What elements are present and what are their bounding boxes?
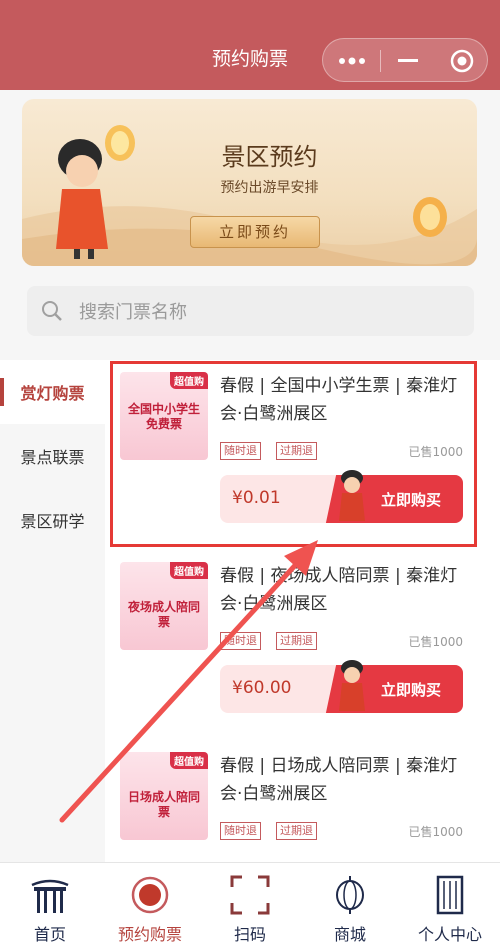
category-sidebar: 赏灯购票 景点联票 景区研学: [0, 360, 105, 862]
thumbnail-caption: 日场成人陪同票: [127, 790, 200, 819]
ticket-thumbnail: 超值购 全国中小学生免费票: [120, 372, 208, 460]
thumbnail-caption: 夜场成人陪同票: [127, 600, 200, 629]
minus-icon: [398, 59, 418, 62]
search-placeholder: 搜索门票名称: [79, 302, 187, 323]
purchase-bar: ¥0.01 立即购买: [220, 470, 463, 523]
expired-refund-tag: 过期退: [276, 822, 317, 840]
value-badge: 超值购: [170, 562, 208, 579]
sidebar-item-study-tours[interactable]: 景区研学: [0, 488, 105, 552]
tab-home[interactable]: 首页: [0, 863, 100, 942]
gate-icon: [31, 879, 69, 913]
ticket-price: ¥0.01: [232, 488, 281, 508]
ticket-card[interactable]: 超值购 日场成人陪同票 春假 | 日场成人陪同票 | 秦淮灯会·白鹭洲展区 随时…: [105, 740, 500, 862]
sold-count: 已售1000: [408, 445, 463, 459]
sold-count: 已售1000: [408, 825, 463, 839]
tab-label: 首页: [33, 925, 66, 942]
target-icon: [450, 49, 474, 73]
tab-mall[interactable]: 商城: [300, 863, 400, 942]
mascot-icon: [339, 470, 365, 521]
tab-label: 商城: [333, 925, 366, 942]
tab-booking[interactable]: 预约购票: [100, 863, 200, 942]
ticket-search-input[interactable]: 搜索门票名称: [27, 286, 474, 336]
header-bar: 预约购票: [0, 0, 500, 90]
banner-subtitle: 预约出游早安排: [220, 180, 319, 196]
more-dots-icon: [338, 57, 365, 65]
thumbnail-caption: 全国中小学生免费票: [127, 402, 200, 431]
value-badge: 超值购: [170, 372, 208, 389]
tab-label: 扫码: [233, 925, 266, 942]
tab-profile[interactable]: 个人中心: [400, 863, 500, 942]
ticket-thumbnail: 超值购 夜场成人陪同票: [120, 562, 208, 650]
ticket-title: 春假 | 夜场成人陪同票 | 秦淮灯会·白鹭洲展区: [220, 566, 458, 614]
purchase-bar: ¥60.00 立即购买: [220, 660, 463, 713]
search-icon: [42, 301, 62, 321]
ticket-price: ¥60.00: [232, 678, 292, 698]
buy-now-label: 立即购买: [380, 680, 441, 699]
scenic-reservation-banner[interactable]: 景区预约 预约出游早安排 立即预约: [22, 99, 477, 266]
lantern-icon: [336, 876, 364, 914]
ticket-list: 超值购 全国中小学生免费票 春假 | 全国中小学生票 | 秦淮灯会·白鹭洲展区 …: [105, 360, 500, 862]
refund-anytime-tag: 随时退: [220, 632, 261, 650]
tab-scan[interactable]: 扫码: [200, 863, 300, 942]
minimize-button[interactable]: [381, 39, 435, 83]
ticket-card[interactable]: 超值购 全国中小学生免费票 春假 | 全国中小学生票 | 秦淮灯会·白鹭洲展区 …: [105, 360, 500, 540]
ticket-title: 春假 | 全国中小学生票 | 秦淮灯会·白鹭洲展区: [220, 376, 458, 424]
value-badge: 超值购: [170, 752, 208, 769]
tab-label: 预约购票: [117, 925, 182, 942]
buy-now-label: 立即购买: [380, 490, 441, 509]
more-menu-button[interactable]: [323, 39, 380, 83]
bottom-tab-bar: 首页 预约购票 扫码 商城 个人中心: [0, 862, 500, 942]
expired-refund-tag: 过期退: [276, 632, 317, 650]
refund-anytime-tag: 随时退: [220, 822, 261, 840]
tab-label: 个人中心: [417, 925, 482, 942]
banner-title: 景区预约: [221, 143, 318, 171]
door-icon: [436, 875, 464, 915]
sidebar-item-combo-tickets[interactable]: 景点联票: [0, 424, 105, 488]
ticket-card[interactable]: 超值购 夜场成人陪同票 春假 | 夜场成人陪同票 | 秦淮灯会·白鹭洲展区 随时…: [105, 550, 500, 730]
scan-icon: [230, 875, 270, 915]
refund-anytime-tag: 随时退: [220, 442, 261, 460]
ticket-thumbnail: 超值购 日场成人陪同票: [120, 752, 208, 840]
ticket-icon: [131, 876, 169, 914]
expired-refund-tag: 过期退: [276, 442, 317, 460]
ticket-title: 春假 | 日场成人陪同票 | 秦淮灯会·白鹭洲展区: [220, 756, 458, 804]
reserve-now-button[interactable]: 立即预约: [190, 216, 320, 248]
close-miniprogram-button[interactable]: [435, 39, 489, 83]
mascot-icon: [339, 660, 365, 711]
sold-count: 已售1000: [408, 635, 463, 649]
mini-program-capsule: [322, 38, 488, 82]
sidebar-item-lantern-tickets[interactable]: 赏灯购票: [0, 360, 105, 424]
